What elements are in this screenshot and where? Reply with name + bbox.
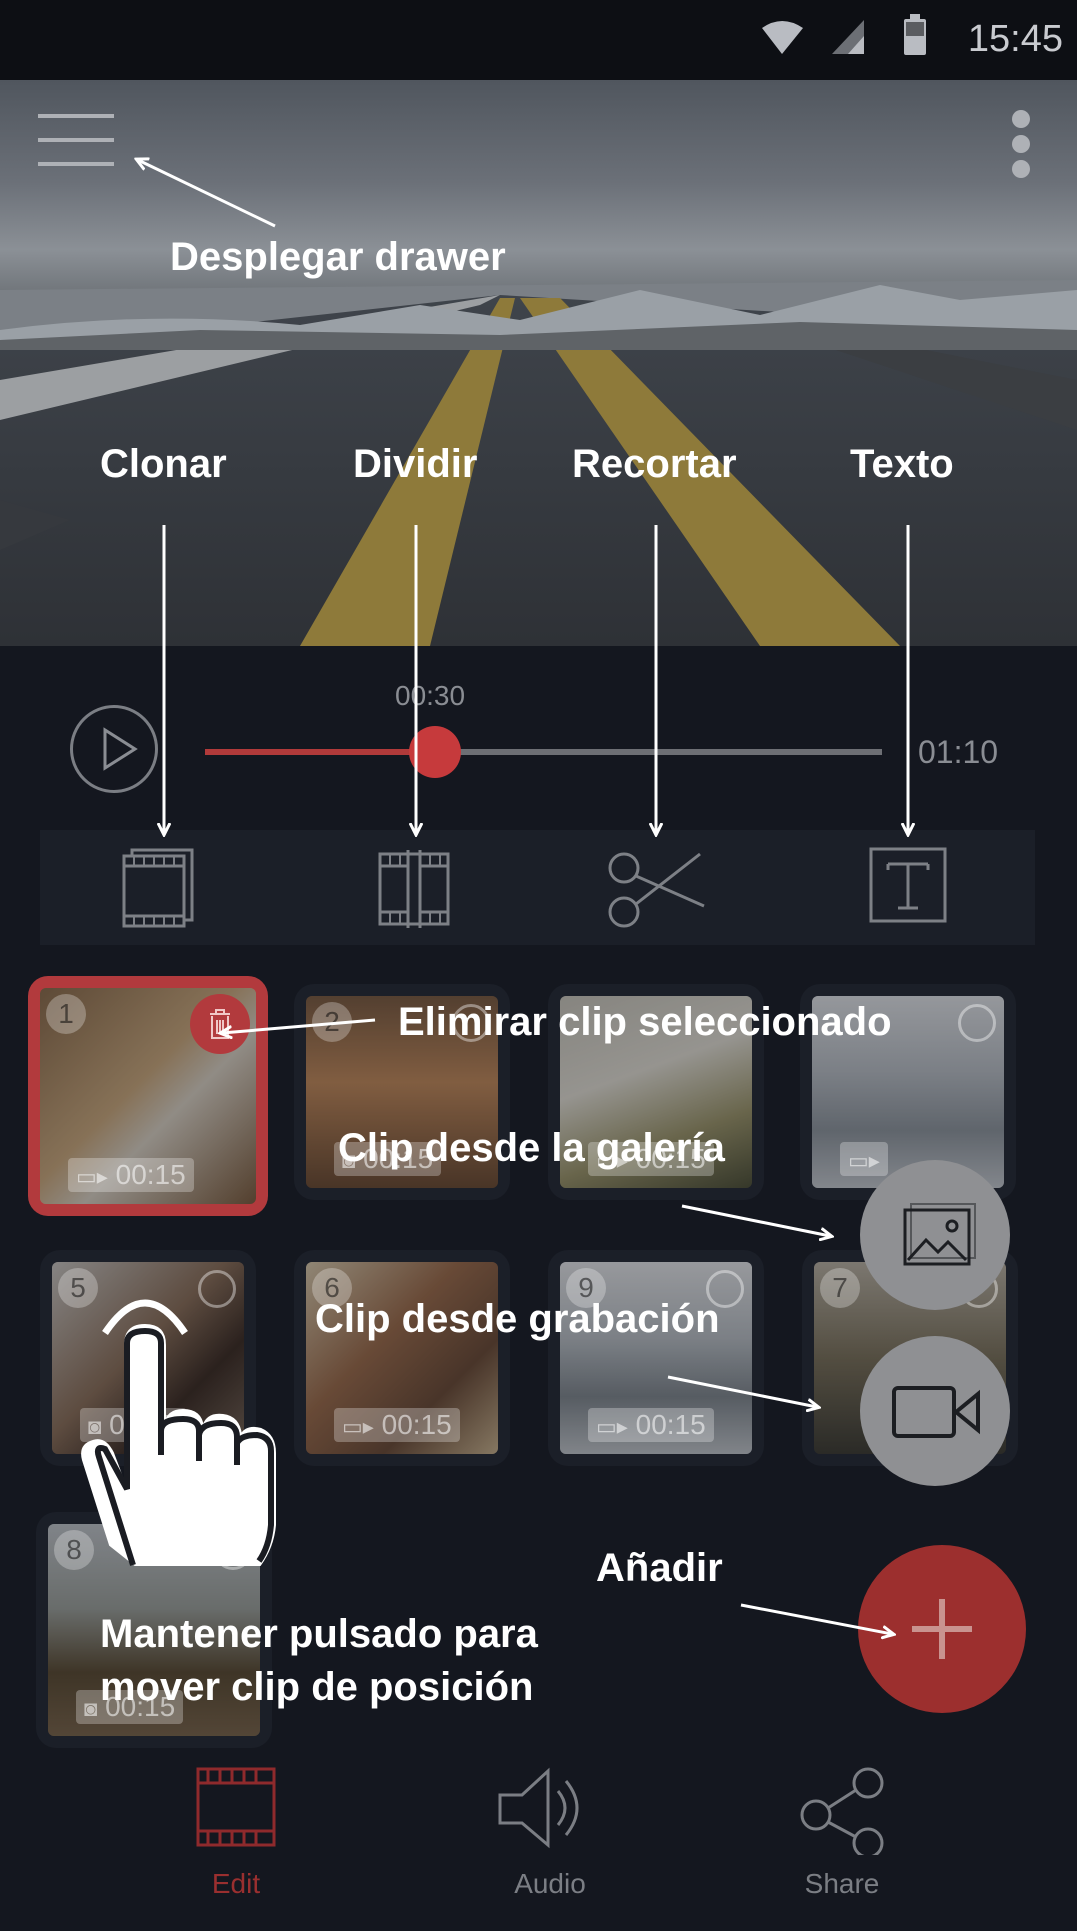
status-bar: 15:45 [0, 0, 1077, 80]
hand-gesture-icon [81, 1299, 276, 1566]
play-icon [103, 727, 138, 771]
trash-icon [210, 1009, 230, 1039]
signal-icon [832, 20, 864, 54]
annotation-split: Dividir [353, 442, 478, 486]
clip-number: 2 [312, 1002, 352, 1042]
seek-progress [205, 749, 436, 755]
edit-toolbar [40, 830, 1035, 945]
wifi-icon [762, 21, 803, 54]
clip-number: 1 [46, 994, 86, 1034]
clock: 15:45 [967, 18, 1063, 60]
nav-item-share[interactable]: Share [762, 1765, 922, 1905]
nav-label-edit: Edit [211, 1868, 261, 1899]
film-icon [196, 1767, 276, 1847]
plus-icon [912, 1599, 972, 1659]
annotation-add: Añadir [596, 1546, 723, 1590]
annotation-trim: Recortar [572, 442, 737, 486]
select-circle[interactable] [958, 1004, 996, 1042]
speaker-icon [498, 1767, 579, 1849]
annotation-text: Texto [850, 442, 954, 486]
share-icon [800, 1767, 884, 1855]
annotation-hold-line2: mover clip de posición [100, 1665, 534, 1709]
mountains [0, 285, 1077, 350]
clip-card-6[interactable]: 6 ▭▸ 00:15 [294, 1250, 510, 1466]
nav-item-audio[interactable]: Audio [470, 1765, 630, 1905]
annotation-clip-gallery: Clip desde la galería [338, 1126, 725, 1170]
gallery-icon [903, 1203, 976, 1266]
nav-label-audio: Audio [514, 1868, 586, 1899]
menu-icon[interactable] [38, 114, 118, 174]
clip-duration: ▭▸ 00:15 [334, 1408, 460, 1442]
clip-number: 7 [820, 1268, 860, 1308]
clip-card-1[interactable]: 1 ▭▸ 00:15 [28, 976, 268, 1216]
seek-thumb[interactable] [409, 726, 462, 778]
video-camera-icon [892, 1386, 980, 1438]
add-from-gallery-button[interactable] [860, 1160, 1010, 1310]
battery-icon [904, 14, 926, 55]
nav-label-share: Share [804, 1868, 880, 1899]
delete-clip-button[interactable] [190, 994, 250, 1054]
play-button[interactable] [70, 705, 158, 793]
clip-card-9[interactable]: 9 ▭▸ 00:15 [548, 1250, 764, 1466]
annotation-drawer: Desplegar drawer [170, 235, 506, 279]
annotation-hold-line1: Mantener pulsado para [100, 1612, 538, 1656]
text-icon[interactable] [868, 846, 948, 926]
more-options-icon[interactable] [1010, 110, 1034, 180]
clone-icon[interactable] [118, 846, 198, 928]
add-from-camera-button[interactable] [860, 1336, 1010, 1486]
add-clip-button[interactable] [858, 1545, 1026, 1713]
scissors-icon[interactable] [600, 846, 710, 928]
annotation-clip-record: Clip desde grabación [315, 1297, 720, 1341]
clip-duration: ▭▸ 00:15 [68, 1158, 194, 1192]
annotation-clone: Clonar [100, 442, 227, 486]
current-time: 00:30 [395, 680, 466, 711]
road-image [0, 280, 1077, 646]
clip-duration: ▭▸ 00:15 [588, 1408, 714, 1442]
nav-item-edit[interactable]: Edit [156, 1765, 316, 1905]
video-preview[interactable] [0, 80, 1077, 646]
total-time: 01:10 [918, 734, 999, 770]
annotation-delete-clip: Elimirar clip seleccionado [398, 1000, 892, 1044]
split-icon[interactable] [374, 846, 454, 928]
